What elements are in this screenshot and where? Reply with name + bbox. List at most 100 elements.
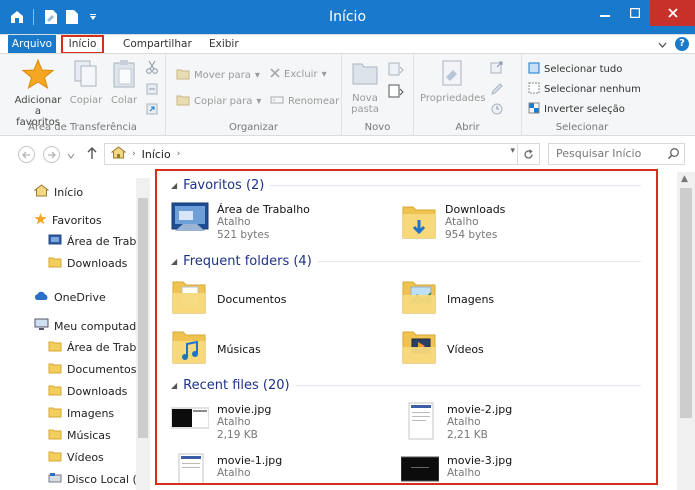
help-icon[interactable]: ? [675,37,689,51]
nav-item-music[interactable]: Músicas [48,428,111,443]
item-type: Atalho [217,416,251,428]
address-bar[interactable]: › Início › ▾ [104,143,540,165]
image-thumbnail-icon [170,402,210,435]
tab-home[interactable]: Início [61,35,104,54]
scroll-up-icon[interactable]: ▲ [681,174,688,184]
open-icon[interactable] [490,60,504,77]
nav-item-desktop[interactable]: Área de Trabal [48,234,136,249]
recent-section-label: Recent files (20) [183,378,290,393]
easy-access-icon[interactable] [388,84,404,101]
item-name: movie-1.jpg [217,454,283,467]
navigation-scrollbar-thumb[interactable] [138,198,148,438]
ribbon-controls: ? [658,37,689,51]
edit-icon[interactable] [490,82,504,99]
favorites-section-header[interactable]: ◢ Favoritos (2) [171,178,641,193]
move-to-dropdown-icon: ▾ [254,70,260,81]
up-button[interactable] [87,146,97,163]
videos-folder-icon [401,327,439,370]
recent-locations-icon[interactable] [67,149,75,162]
frequent-item-meta: Vídeos [447,342,484,356]
nav-item-downloads-pc[interactable]: Downloads [48,384,127,399]
recent-item-movie-3[interactable]: movie-3.jpg Atalho [400,453,512,483]
new-folder-button[interactable]: Nova pasta [346,58,384,115]
navigation-scrollbar[interactable] [136,178,150,490]
tab-view[interactable]: Exibir [209,35,239,54]
nav-item-label: Imagens [67,407,115,420]
maximize-button[interactable] [620,0,650,26]
copy-button[interactable]: Copiar [68,58,104,106]
nav-item-onedrive[interactable]: OneDrive [34,290,106,305]
content-scrollbar[interactable]: ▲ [677,172,695,490]
properties-button[interactable]: Propriedades [420,58,486,104]
tab-share[interactable]: Compartilhar [123,35,192,54]
properties-label: Propriedades [420,93,486,104]
paste-shortcut-icon[interactable] [145,102,159,119]
select-group: Selecionar tudo Selecionar nenhum Invert… [522,54,642,136]
star-icon [12,58,64,93]
recent-item-movie[interactable]: movie.jpg Atalho 2,19 KB [170,402,272,442]
item-name: Músicas [217,342,261,356]
address-dropdown-icon[interactable]: ▾ [510,146,515,156]
cut-icon[interactable] [145,60,159,77]
chevron-down-icon[interactable] [658,38,667,51]
nav-item-desktop-pc[interactable]: Área de Trabal [48,340,136,355]
frequent-item-pictures[interactable]: Imagens [401,277,494,320]
frequent-item-videos[interactable]: Vídeos [401,327,484,370]
add-favorites-button[interactable]: Adicionar a favoritos [12,58,64,128]
nav-item-documents[interactable]: Documentos [48,362,136,377]
rename-label: Renomear [288,96,340,107]
collapse-icon[interactable]: ◢ [171,181,177,190]
select-none-icon [528,82,540,97]
delete-button[interactable]: Excluir ▾ [270,68,327,81]
pictures-folder-icon [401,277,439,320]
nav-item-favorites[interactable]: Favoritos [34,212,102,228]
recent-item-movie-1[interactable]: movie-1.jpg Atalho [171,453,283,483]
tab-file[interactable]: Arquivo [8,35,56,54]
content-scrollbar-thumb[interactable] [680,188,692,418]
star-icon [34,212,47,228]
copy-path-icon[interactable] [145,82,159,99]
minimize-button[interactable] [590,0,620,26]
nav-item-label: Músicas [67,429,111,442]
close-button[interactable] [650,0,695,26]
copy-to-button[interactable]: Copiar para ▾ [176,94,261,109]
invert-selection-button[interactable]: Inverter seleção [528,102,625,117]
frequent-item-meta: Imagens [447,292,494,306]
favorite-item-downloads[interactable]: Downloads Atalho 954 bytes [401,202,505,245]
frequent-section-header[interactable]: ◢ Frequent folders (4) [171,254,641,269]
select-none-button[interactable]: Selecionar nenhum [528,82,641,97]
nav-item-pictures[interactable]: Imagens [48,406,114,421]
nav-item-downloads[interactable]: Downloads [48,256,127,271]
delete-icon [270,68,280,81]
item-name: movie.jpg [217,403,272,416]
nav-item-local-disk[interactable]: Disco Local (C [48,472,136,487]
nav-item-videos[interactable]: Vídeos [48,450,104,465]
forward-button[interactable] [43,146,60,163]
search-icon[interactable] [667,147,680,163]
history-icon[interactable] [490,102,504,119]
nav-item-label: Downloads [67,385,128,398]
recent-item-movie-2[interactable]: movie-2.jpg Atalho 2,21 KB [401,402,512,445]
new-item-icon[interactable] [388,62,404,79]
nav-item-home[interactable]: Início [33,184,83,200]
folder-icon [48,340,62,355]
breadcrumb-home[interactable]: Início [142,148,171,161]
frequent-item-music[interactable]: Músicas [171,327,261,370]
select-all-button[interactable]: Selecionar tudo [528,62,622,77]
delete-label: Excluir [284,69,318,80]
move-to-button[interactable]: Mover para ▾ [176,68,260,83]
nav-item-computer[interactable]: Meu computador [34,318,136,334]
back-button[interactable] [18,146,35,163]
recent-section-header[interactable]: ◢ Recent files (20) [171,378,641,393]
item-size: 521 bytes [217,229,270,241]
paste-button[interactable]: Colar [106,58,142,106]
refresh-button[interactable] [517,144,539,164]
favorite-item-desktop[interactable]: Área de Trabalho Atalho 521 bytes [171,202,310,242]
collapse-icon[interactable]: ◢ [171,381,177,390]
window-controls [590,0,695,26]
rename-button[interactable]: Renomear [270,94,339,109]
downloads-folder-icon [401,202,437,245]
search-input[interactable]: Pesquisar Início [548,143,685,165]
collapse-icon[interactable]: ◢ [171,257,177,266]
frequent-item-documents[interactable]: Documentos [171,277,286,320]
